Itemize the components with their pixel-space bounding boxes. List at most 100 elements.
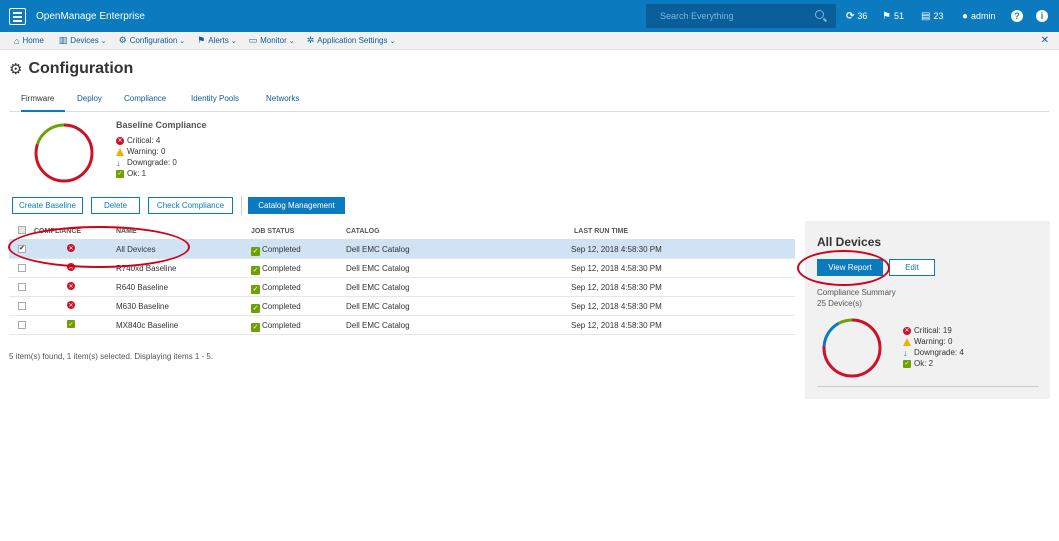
monitor-icon: ▭	[248, 35, 258, 45]
user-name: admin	[971, 11, 996, 21]
table-row[interactable]: ✕ R740xd Baseline ✓ Completed Dell EMC Ca…	[9, 259, 795, 278]
nav-configuration[interactable]: ⚙ Configuration ⌄	[119, 35, 186, 46]
compliance-summary-chart	[822, 318, 882, 378]
row-checkbox[interactable]	[18, 244, 26, 253]
chevron-down-icon: ⌄	[179, 37, 186, 45]
gear-icon: ✲	[306, 35, 315, 45]
row-checkbox[interactable]	[18, 302, 26, 310]
baseline-grid-header: Compliance Name Job Status Catalog Last …	[9, 222, 795, 240]
report-icon: ▤	[921, 10, 931, 22]
nav-monitor[interactable]: ▭ Monitor ⌄	[249, 35, 295, 46]
nav-devices[interactable]: ▥ Devices ⌄	[59, 35, 107, 46]
tab-identity-pools[interactable]: Identity Pools	[191, 90, 239, 112]
critical-icon: ✕	[67, 263, 75, 271]
baseline-compliance-legend: ✕ Critical: 4 Warning: 0 ↓ Downgrade: 0 ✓ O…	[116, 135, 177, 179]
flag-icon: ⚑	[197, 35, 206, 45]
alerts-indicator[interactable]: ⚑ 51	[882, 0, 904, 32]
baseline-name: R740xd Baseline	[116, 264, 177, 273]
tab-compliance[interactable]: Compliance	[124, 90, 166, 112]
top-bar: OpenManage Enterprise ⟳36 ⚑51 ▤23 ●admin…	[0, 0, 1059, 32]
app-logo-icon[interactable]	[0, 0, 34, 32]
last-run-time: Sep 12, 2018 4:58:30 PM	[571, 302, 662, 311]
row-checkbox[interactable]	[18, 283, 26, 291]
baseline-detail-panel: All Devices View Report Edit Compliance …	[805, 221, 1050, 399]
view-report-button[interactable]: View Report	[817, 259, 883, 276]
chevron-down-icon: ⌄	[100, 37, 107, 45]
delete-button[interactable]: Delete	[91, 197, 140, 214]
ok-icon: ✓	[251, 285, 260, 294]
table-row[interactable]: ✓ MX840c Baseline ✓ Completed Dell EMC Ca…	[9, 316, 795, 335]
search-icon[interactable]	[815, 10, 824, 19]
create-baseline-button[interactable]: Create Baseline	[12, 197, 83, 214]
select-all-checkbox[interactable]	[18, 226, 26, 234]
panel-divider	[817, 386, 1039, 387]
compliance-summary-legend: ✕ Critical: 19 Warning: 0 ↓ Downgrade: 4 ✓…	[903, 325, 964, 369]
global-search[interactable]	[646, 4, 836, 28]
chevron-down-icon: ⌄	[389, 37, 396, 45]
arrow-down-icon: ↓	[903, 347, 908, 358]
legend-downgrade: ↓ Downgrade: 4	[903, 347, 964, 358]
configuration-icon: ⚙	[118, 35, 127, 45]
jobs-indicator[interactable]: ⟳ 36	[846, 0, 867, 32]
nav-application-settings[interactable]: ✲ Application Settings ⌄	[307, 35, 396, 46]
column-job-status[interactable]: Job Status	[251, 228, 294, 235]
table-row[interactable]: ✕ R640 Baseline ✓ Completed Dell EMC Cata…	[9, 278, 795, 297]
critical-icon: ✕	[67, 301, 75, 309]
catalog-name: Dell EMC Catalog	[346, 245, 410, 254]
configuration-icon: ⚙	[9, 61, 23, 78]
job-status: ✓ Completed	[251, 283, 301, 294]
critical-icon: ✕	[116, 136, 124, 145]
chevron-down-icon: ⌄	[230, 37, 237, 45]
reports-count: 23	[933, 11, 944, 21]
legend-ok: ✓ Ok: 2	[903, 359, 934, 368]
job-status: ✓ Completed	[251, 321, 301, 332]
pin-icon[interactable]: ✕	[1041, 35, 1049, 46]
legend-critical: ✕ Critical: 19	[903, 326, 952, 335]
catalog-management-button[interactable]: Catalog Management	[248, 197, 345, 214]
row-checkbox[interactable]	[18, 264, 26, 272]
legend-ok: ✓ Ok: 1	[116, 169, 147, 178]
catalog-name: Dell EMC Catalog	[346, 321, 410, 330]
tab-networks[interactable]: Networks	[266, 90, 299, 112]
warning-icon	[903, 337, 911, 346]
warning-icon	[116, 147, 124, 156]
legend-warning: Warning: 0	[116, 146, 177, 157]
page-header: ⚙ Configuration	[9, 60, 133, 78]
ok-icon: ✓	[251, 304, 260, 313]
alerts-count: 51	[893, 11, 904, 21]
toolbar-divider	[241, 196, 242, 215]
nav-alerts[interactable]: ⚑ Alerts ⌄	[197, 35, 236, 46]
catalog-name: Dell EMC Catalog	[346, 302, 410, 311]
reports-indicator[interactable]: ▤ 23	[921, 0, 943, 32]
ok-icon: ✓	[903, 359, 911, 368]
catalog-name: Dell EMC Catalog	[346, 283, 410, 292]
column-catalog[interactable]: Catalog	[346, 228, 380, 235]
refresh-icon: ⟳	[846, 10, 855, 22]
legend-critical: ✕ Critical: 4	[116, 136, 161, 145]
nav-home[interactable]: ⌂ Home	[14, 36, 44, 46]
column-compliance[interactable]: Compliance	[34, 228, 81, 235]
table-row[interactable]: ✕ M630 Baseline ✓ Completed Dell EMC Cata…	[9, 297, 795, 316]
info-button[interactable]: i	[1036, 0, 1048, 32]
panel-title: All Devices	[817, 235, 882, 249]
tab-deploy[interactable]: Deploy	[77, 90, 102, 112]
page-title: Configuration	[28, 60, 134, 77]
tab-firmware[interactable]: Firmware	[21, 90, 65, 112]
search-input[interactable]	[646, 11, 806, 21]
table-row[interactable]: ✕ All Devices ✓Completed Dell EMC Catalo…	[9, 240, 795, 259]
column-last-run-time[interactable]: Last Run Time	[574, 228, 628, 235]
devices-icon: ▥	[58, 35, 68, 45]
ok-icon: ✓	[251, 247, 260, 256]
user-menu[interactable]: ● admin	[962, 0, 996, 32]
grid-footer-status: 5 item(s) found, 1 item(s) selected. Dis…	[9, 352, 214, 361]
help-button[interactable]: ?	[1011, 0, 1023, 32]
check-compliance-button[interactable]: Check Compliance	[148, 197, 233, 214]
row-checkbox[interactable]	[18, 321, 26, 329]
chevron-down-icon: ⌄	[288, 37, 295, 45]
job-status: ✓ Completed	[251, 245, 301, 256]
last-run-time: Sep 12, 2018 4:58:30 PM	[571, 283, 662, 292]
ok-icon: ✓	[251, 266, 260, 275]
column-name[interactable]: Name	[116, 228, 137, 235]
baseline-name: R640 Baseline	[116, 283, 169, 292]
edit-button[interactable]: Edit	[889, 259, 935, 276]
